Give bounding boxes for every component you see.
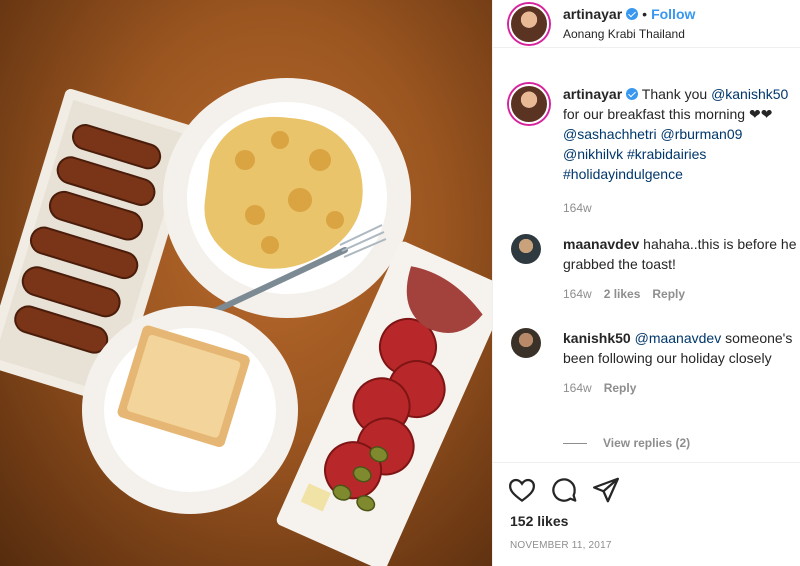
- breakfast-photo: [0, 78, 492, 566]
- caption-text: for our breakfast this morning ❤❤: [563, 106, 773, 122]
- caption-body: artinayar Thank you @kanishk50 for our b…: [563, 84, 800, 218]
- location-link[interactable]: Aonang Krabi Thailand: [563, 27, 685, 41]
- verified-badge-icon: [626, 88, 639, 100]
- reply-button[interactable]: Reply: [652, 287, 685, 301]
- comments-list[interactable]: artinayar Thank you @kanishk50 for our b…: [493, 48, 800, 460]
- likes-count[interactable]: 152 likes: [510, 513, 568, 529]
- heart-icon[interactable]: [507, 475, 537, 505]
- follow-button[interactable]: Follow: [651, 6, 695, 22]
- likes-count[interactable]: 2 likes: [604, 287, 641, 301]
- toast-plate: [82, 306, 298, 514]
- avatar[interactable]: [511, 234, 541, 264]
- post-date[interactable]: NOVEMBER 11, 2017: [510, 540, 612, 551]
- comment-body: maanavdev hahaha..this is before he grab…: [563, 234, 800, 304]
- mention-link[interactable]: @kanishk50: [711, 86, 788, 102]
- divider: [563, 443, 587, 445]
- timestamp[interactable]: 164w: [563, 381, 592, 395]
- username-link[interactable]: artinayar: [563, 6, 622, 22]
- comment-body: kanishk50 @maanavdev someone's been foll…: [563, 328, 800, 398]
- comment-icon[interactable]: [549, 475, 579, 505]
- post-photo[interactable]: [0, 0, 492, 566]
- post-actions: 152 likes NOVEMBER 11, 2017: [493, 462, 800, 566]
- share-icon[interactable]: [591, 475, 621, 505]
- post-sidebar: artinayar • Follow Aonang Krabi Thailand a…: [492, 0, 800, 566]
- view-replies-label: View replies (2): [603, 436, 691, 450]
- timestamp[interactable]: 164w: [563, 201, 592, 215]
- mention-link[interactable]: @nikhilvk: [563, 146, 623, 162]
- header-user-row: artinayar • Follow: [563, 6, 695, 24]
- eggs-plate: [163, 78, 411, 321]
- username-link[interactable]: kanishk50: [563, 330, 631, 346]
- avatar[interactable]: [509, 84, 549, 124]
- caption-text: Thank you: [641, 86, 708, 102]
- comment-meta: 164w 2 likes Reply: [563, 284, 800, 304]
- mention-link[interactable]: @maanavdev: [635, 330, 722, 346]
- post-header: artinayar • Follow Aonang Krabi Thailand: [493, 0, 800, 48]
- caption-meta: 164w: [563, 198, 800, 218]
- hashtag-link[interactable]: #krabidairies: [627, 146, 706, 162]
- username-link[interactable]: maanavdev: [563, 236, 639, 252]
- mention-link[interactable]: @rburman09: [660, 126, 742, 142]
- timestamp[interactable]: 164w: [563, 287, 592, 301]
- separator-dot: •: [642, 6, 648, 22]
- hashtag-link[interactable]: #holidayindulgence: [563, 166, 683, 182]
- verified-badge-icon: [626, 8, 639, 20]
- avatar[interactable]: [509, 4, 549, 44]
- avatar[interactable]: [511, 328, 541, 358]
- mention-link[interactable]: @sashachhetri: [563, 126, 657, 142]
- username-link[interactable]: artinayar: [563, 86, 622, 102]
- comment-meta: 164w Reply: [563, 378, 800, 398]
- reply-button[interactable]: Reply: [604, 381, 637, 395]
- view-replies-button[interactable]: View replies (2): [563, 436, 690, 450]
